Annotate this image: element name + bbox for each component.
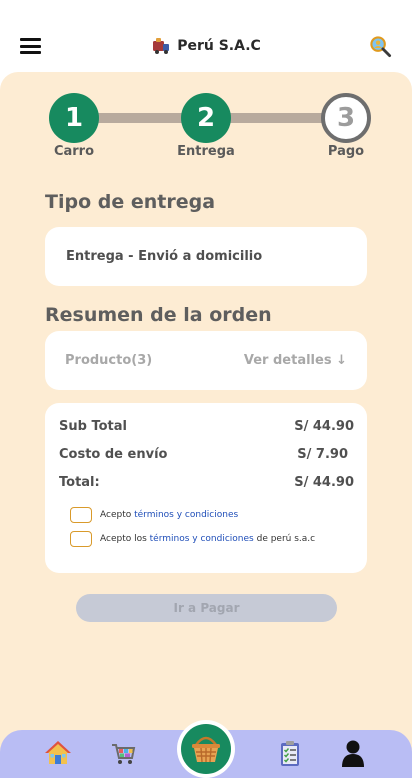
basket-icon xyxy=(192,736,220,763)
total-label: Total: xyxy=(59,475,100,490)
checkout-sheet: 1 2 3 Carro Entrega Pago Tipo de entrega… xyxy=(0,72,412,778)
delivery-type-card[interactable]: Entrega - Envió a domicilio xyxy=(45,227,367,286)
terms-text-1: Acepto términos y condiciones xyxy=(100,510,238,520)
subtotal-label: Sub Total xyxy=(59,419,127,434)
total-row: Total: S/ 44.90 xyxy=(59,475,354,493)
go-to-pay-button[interactable]: Ir a Pagar xyxy=(76,594,337,622)
home-icon[interactable] xyxy=(43,738,73,768)
terms-prefix-2: Acepto los xyxy=(100,534,150,544)
subtotal-value: S/ 44.90 xyxy=(294,419,354,434)
totals-card: Sub Total S/ 44.90 Costo de envío S/ 7.9… xyxy=(45,403,367,573)
step-1-circle[interactable]: 1 xyxy=(49,93,99,143)
shipping-cost-row: Costo de envío S/ 7.90 xyxy=(59,447,354,465)
terms-row-2: Acepto los términos y condiciones de per… xyxy=(70,530,315,548)
shipping-cost-value: S/ 7.90 xyxy=(297,447,348,462)
products-card: Producto(3) Ver detalles ↓ xyxy=(45,331,367,390)
user-profile-icon[interactable] xyxy=(338,738,368,768)
delivery-truck-logo-icon xyxy=(153,38,170,54)
brand: Perú S.A.C xyxy=(0,36,412,58)
brand-name: Perú S.A.C xyxy=(177,38,261,54)
shopping-cart-icon[interactable] xyxy=(108,738,138,768)
basket-nav-bg xyxy=(181,724,231,774)
terms-checkbox-1[interactable] xyxy=(70,507,92,523)
terms-row-1: Acepto términos y condiciones xyxy=(70,506,238,524)
step-2-circle[interactable]: 2 xyxy=(181,93,231,143)
terms-link-1[interactable]: términos y condiciones xyxy=(134,510,238,520)
step-3-circle[interactable]: 3 xyxy=(321,93,371,143)
terms-suffix-2: de perú s.a.c xyxy=(253,534,316,544)
shipping-cost-label: Costo de envío xyxy=(59,447,168,462)
terms-text-2: Acepto los términos y condiciones de per… xyxy=(100,534,315,544)
step-3-label: Pago xyxy=(327,144,365,159)
step-1-number: 1 xyxy=(64,103,84,133)
step-connector xyxy=(98,113,182,123)
bottom-navigation xyxy=(0,720,412,778)
order-summary-title: Resumen de la orden xyxy=(45,304,272,326)
step-2-number: 2 xyxy=(196,103,216,133)
subtotal-row: Sub Total S/ 44.90 xyxy=(59,419,354,437)
orders-clipboard-icon[interactable] xyxy=(275,738,305,768)
terms-checkbox-2[interactable] xyxy=(70,531,92,547)
step-connector xyxy=(230,113,322,123)
terms-prefix-1: Acepto xyxy=(100,510,135,520)
terms-link-2[interactable]: términos y condiciones xyxy=(150,534,254,544)
search-icon[interactable] xyxy=(369,35,392,58)
products-count-label: Producto(3) xyxy=(65,353,153,368)
delivery-type-value: Entrega - Envió a domicilio xyxy=(66,249,263,264)
checkout-stepper: 1 2 3 Carro Entrega Pago xyxy=(0,93,412,164)
view-details-link[interactable]: Ver detalles ↓ xyxy=(244,353,347,368)
step-3-number: 3 xyxy=(336,103,356,133)
step-1-label: Carro xyxy=(53,144,95,159)
basket-nav-button[interactable] xyxy=(177,720,235,778)
delivery-type-title: Tipo de entrega xyxy=(45,191,216,213)
top-app-bar: Perú S.A.C xyxy=(0,0,412,72)
total-value: S/ 44.90 xyxy=(294,475,354,490)
step-2-label: Entrega xyxy=(177,144,235,159)
